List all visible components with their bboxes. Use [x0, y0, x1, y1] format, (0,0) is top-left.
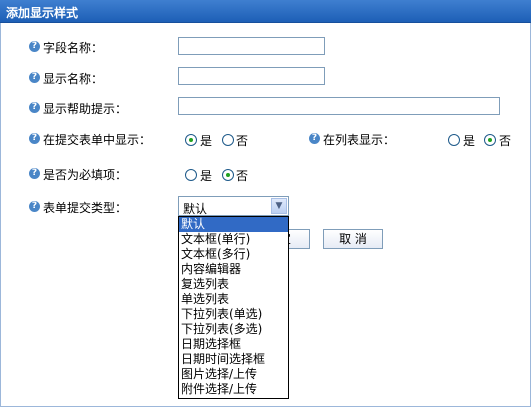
required-yes-label: 是 — [200, 169, 213, 183]
help-icon[interactable]: ? — [29, 102, 40, 113]
dropdown-option[interactable]: 单选列表 — [179, 292, 288, 307]
cancel-button[interactable]: 取 消 — [323, 229, 383, 249]
show-in-list-label: 在列表显示： — [323, 133, 396, 147]
show-in-list-yes-radio[interactable] — [448, 134, 460, 146]
help-icon[interactable]: ? — [29, 168, 40, 179]
dropdown-option[interactable]: 日期选择框 — [179, 337, 288, 352]
show-in-form-label: 在提交表单中显示： — [43, 133, 152, 147]
dropdown-option[interactable]: 日期时间选择框 — [179, 352, 288, 367]
dropdown-option[interactable]: 下拉列表(多选) — [179, 322, 288, 337]
help-icon[interactable]: ? — [29, 201, 40, 212]
dropdown-option[interactable]: 附件选择/上传 — [179, 382, 288, 397]
required-no-label: 否 — [236, 169, 249, 183]
show-in-list-yes-label: 是 — [463, 134, 476, 148]
display-name-label: 显示名称： — [43, 72, 104, 86]
required-yes-radio[interactable] — [185, 169, 197, 181]
required-no-radio[interactable] — [222, 169, 234, 181]
dropdown-option[interactable]: 默认 — [179, 217, 288, 232]
form-type-label: 表单提交类型： — [43, 201, 128, 215]
required-label: 是否为必填项： — [43, 168, 128, 182]
dropdown-option[interactable]: 文本框(单行) — [179, 232, 288, 247]
field-name-input[interactable] — [178, 37, 325, 55]
help-icon[interactable]: ? — [29, 133, 40, 144]
page-title: 添加显示样式 — [6, 6, 79, 20]
dropdown-option[interactable]: 内容编辑器 — [179, 262, 288, 277]
dropdown-option[interactable]: 图片选择/上传 — [179, 367, 288, 382]
show-in-list-no-radio[interactable] — [484, 134, 496, 146]
panel-header: 添加显示样式 — [0, 0, 531, 23]
form-type-select[interactable]: 默认 ▼ — [178, 196, 289, 216]
help-text-label: 显示帮助提示： — [43, 102, 128, 116]
help-text-input[interactable] — [178, 97, 500, 115]
display-name-input[interactable] — [178, 67, 325, 85]
dropdown-option[interactable]: 复选列表 — [179, 277, 288, 292]
help-icon[interactable]: ? — [29, 41, 40, 52]
dropdown-option[interactable]: 下拉列表(单选) — [179, 307, 288, 322]
chevron-down-icon[interactable]: ▼ — [271, 198, 287, 214]
show-in-list-no-label: 否 — [499, 134, 512, 148]
form-type-selected-value: 默认 — [183, 202, 208, 216]
help-icon[interactable]: ? — [29, 72, 40, 83]
show-in-form-yes-label: 是 — [200, 134, 213, 148]
help-icon[interactable]: ? — [309, 133, 320, 144]
form-type-dropdown-list[interactable]: 默认 文本框(单行) 文本框(多行) 内容编辑器 复选列表 单选列表 下拉列表(… — [178, 216, 289, 399]
show-in-form-no-radio[interactable] — [222, 134, 234, 146]
show-in-form-no-label: 否 — [236, 134, 249, 148]
show-in-form-yes-radio[interactable] — [185, 134, 197, 146]
dropdown-option[interactable]: 文本框(多行) — [179, 247, 288, 262]
field-name-label: 字段名称： — [43, 41, 104, 55]
